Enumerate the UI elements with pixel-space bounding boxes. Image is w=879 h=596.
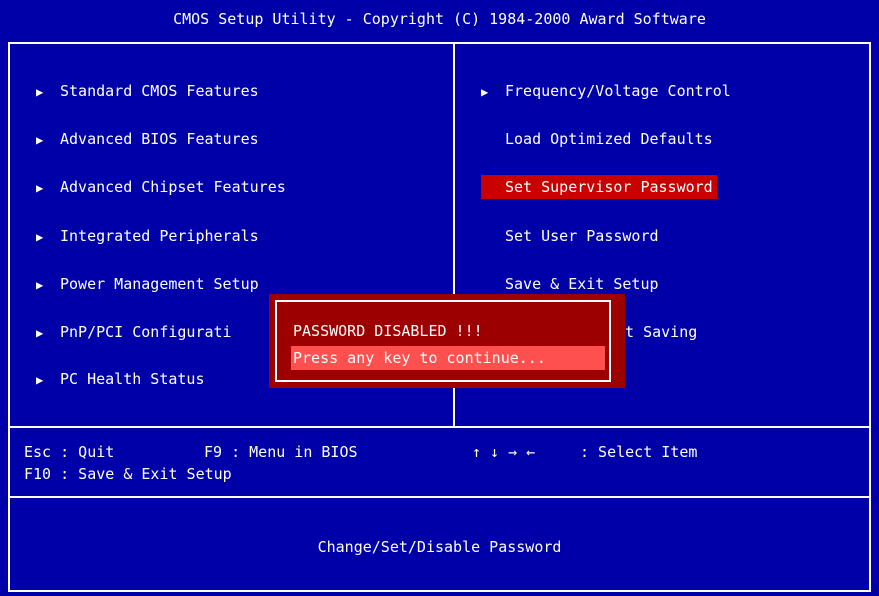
triangle-right-icon: ▶ [36,133,44,147]
menu-item-standard-cmos[interactable]: ▶ Standard CMOS Features [36,79,259,103]
menu-item-save-exit[interactable]: Save & Exit Setup [505,272,659,296]
triangle-right-icon: ▶ [36,230,44,244]
menu-item-label: Integrated Peripherals [60,227,259,245]
frame-bottom [8,590,871,592]
password-dialog-frame: PASSWORD DISABLED !!! Press any key to c… [275,300,611,382]
triangle-right-icon: ▶ [36,85,44,99]
dialog-prompt[interactable]: Press any key to continue... [291,346,605,370]
menu-item-label: Set User Password [505,227,659,245]
menu-item-label: Load Optimized Defaults [505,130,713,148]
menu-item-label: Power Management Setup [60,275,259,293]
window-title: CMOS Setup Utility - Copyright (C) 1984-… [173,10,706,28]
triangle-right-icon: ▶ [36,326,44,340]
item-description: Change/Set/Disable Password [317,538,562,556]
menu-item-label: PnP/PCI Configurati [60,323,232,341]
triangle-right-icon: ▶ [481,85,489,99]
menu-item-label: Advanced Chipset Features [60,178,286,196]
frame-help-bottom [8,496,871,498]
menu-item-label: PC Health Status [60,370,205,388]
frame-left [8,42,10,592]
help-f9-menu: F9 : Menu in BIOS [204,443,358,461]
triangle-right-icon: ▶ [36,373,44,387]
menu-item-label: Frequency/Voltage Control [505,82,731,100]
menu-item-load-optimized-defaults[interactable]: Load Optimized Defaults [505,127,713,151]
menu-item-label: ut Saving [616,323,698,341]
frame-menu-bottom [8,426,871,428]
triangle-right-icon: ▶ [36,278,44,292]
menu-item-advanced-chipset[interactable]: ▶ Advanced Chipset Features [36,175,286,199]
arrow-keys-icon: ↑ ↓ → ← [472,443,536,461]
menu-item-label: Set Supervisor Password [505,178,713,196]
menu-item-power-management[interactable]: ▶ Power Management Setup [36,272,259,296]
menu-item-label: Advanced BIOS Features [60,130,259,148]
frame-right [869,42,871,592]
help-f10-save: F10 : Save & Exit Setup [24,465,232,483]
help-esc-quit: Esc : Quit [24,443,115,461]
menu-item-label: Save & Exit Setup [505,275,659,293]
menu-item-integrated-peripherals[interactable]: ▶ Integrated Peripherals [36,224,259,248]
dialog-title: PASSWORD DISABLED !!! [293,322,483,340]
menu-item-exit-without-saving[interactable]: ut Saving [616,320,697,344]
menu-item-advanced-bios[interactable]: ▶ Advanced BIOS Features [36,127,259,151]
menu-item-frequency-voltage[interactable]: ▶ Frequency/Voltage Control [481,79,731,103]
triangle-right-icon: ▶ [36,181,44,195]
menu-item-set-supervisor-password[interactable]: Set Supervisor Password [481,175,717,199]
password-dialog[interactable]: PASSWORD DISABLED !!! Press any key to c… [269,294,625,388]
menu-item-pc-health[interactable]: ▶ PC Health Status [36,367,205,391]
menu-item-pnp-pci[interactable]: ▶ PnP/PCI Configurati [36,320,232,344]
frame-top [8,42,871,44]
menu-item-set-user-password[interactable]: Set User Password [505,224,659,248]
help-select-item: : Select Item [580,443,698,461]
menu-item-label: Standard CMOS Features [60,82,259,100]
